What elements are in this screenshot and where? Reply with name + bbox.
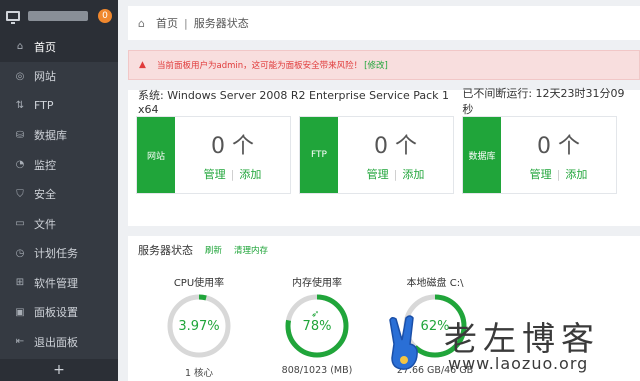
server-icon xyxy=(6,11,20,24)
security-alert: ▲ 当前面板用户为admin，这可能为面板安全带来风险！ [修改] xyxy=(128,50,640,80)
add-button[interactable]: + xyxy=(0,359,118,381)
summary-tile: 数据库 0 个管理 | 添加 xyxy=(462,116,617,194)
sidebar-item-label: 数据库 xyxy=(34,129,67,143)
sidebar-item-label: 监控 xyxy=(34,158,56,172)
sidebar-item-7[interactable]: ◷ 计划任务 xyxy=(0,239,118,269)
sidebar-item-label: 文件 xyxy=(34,217,56,231)
system-overview: 系统: Windows Server 2008 R2 Enterprise Se… xyxy=(128,87,640,226)
sidebar-item-label: 安全 xyxy=(34,188,56,202)
link-separator: | xyxy=(230,168,235,181)
grid-icon: ⊞ xyxy=(15,277,25,289)
sidebar-item-6[interactable]: ▭ 文件 xyxy=(0,209,118,239)
tile-count: 0 个 xyxy=(374,134,417,159)
tile-body: 0 个管理 | 添加 xyxy=(501,117,616,193)
sidebar-item-label: 退出面板 xyxy=(34,335,78,349)
add-link[interactable]: 添加 xyxy=(565,168,587,181)
notification-badge[interactable]: 0 xyxy=(98,9,112,23)
warning-icon: ▲ xyxy=(139,60,146,70)
sidebar-item-10[interactable]: ⇤ 退出面板 xyxy=(0,327,118,357)
sidebar-item-label: 首页 xyxy=(34,40,56,54)
uptime-info: 已不间断运行: 12天23时31分09秒 xyxy=(462,87,625,116)
breadcrumb-separator: | xyxy=(184,16,188,30)
sidebar-item-2[interactable]: ⇅ FTP xyxy=(0,91,118,121)
watermark: 老左博客 www.laozuo.org xyxy=(386,306,640,381)
gauge-label: CPU使用率 xyxy=(173,278,225,289)
tile-links: 管理 | 添加 xyxy=(530,166,588,182)
status-header: 服务器状态 刷新 清理内存 xyxy=(128,236,640,264)
tile-count: 0 个 xyxy=(211,134,254,159)
system-info-row: 系统: Windows Server 2008 R2 Enterprise Se… xyxy=(138,87,630,116)
sidebar-item-3[interactable]: ⛁ 数据库 xyxy=(0,121,118,151)
sidebar-item-label: 软件管理 xyxy=(34,276,78,290)
link-separator: | xyxy=(393,168,398,181)
usage-gauge: 内存使用率 ➶ 78% 808/1023 (MB) xyxy=(258,274,376,379)
tile-title: FTP xyxy=(300,117,338,193)
gauge-value: 78% xyxy=(302,318,332,334)
sidebar-item-5[interactable]: ⛉ 安全 xyxy=(0,180,118,210)
add-link[interactable]: 添加 xyxy=(239,168,261,181)
settings-icon: ▣ xyxy=(15,306,25,318)
globe-icon: ◎ xyxy=(15,70,25,82)
sidebar-item-8[interactable]: ⊞ 软件管理 xyxy=(0,268,118,298)
alert-fix-link[interactable]: [修改] xyxy=(364,59,388,71)
gauge-ring[interactable]: 3.97% xyxy=(166,293,232,359)
summary-tile: FTP 0 个管理 | 添加 xyxy=(299,116,454,194)
server-name-masked xyxy=(28,11,88,21)
gauge-label: 本地磁盘 C:\ xyxy=(406,278,464,289)
sidebar-item-label: 计划任务 xyxy=(34,247,78,261)
gauge-detail: 808/1023 (MB) xyxy=(281,365,353,376)
sidebar: 0 ⌂ 首页 ◎ 网站 ⇅ FTP ⛁ 数据库 ◔ 监控 ⛉ 安全 ▭ 文件 ◷ 计划任务 ⊞ 软件管理 ▣ 面板设置… xyxy=(0,0,118,381)
status-title: 服务器状态 xyxy=(138,244,193,257)
sidebar-item-label: 网站 xyxy=(34,70,56,84)
clear-memory-link[interactable]: 清理内存 xyxy=(234,244,268,256)
tile-body: 0 个管理 | 添加 xyxy=(175,117,290,193)
sidebar-item-1[interactable]: ◎ 网站 xyxy=(0,62,118,92)
refresh-link[interactable]: 刷新 xyxy=(205,244,222,256)
sidebar-header: 0 xyxy=(0,0,118,32)
sidebar-item-0[interactable]: ⌂ 首页 xyxy=(0,32,118,62)
gauge-value: 3.97% xyxy=(178,318,220,334)
gauge-detail: 1 核心 xyxy=(184,368,214,379)
gauge-ring[interactable]: ➶ 78% xyxy=(284,293,350,359)
database-icon: ⛁ xyxy=(15,129,25,141)
victory-hand-logo xyxy=(389,315,418,370)
summary-tiles: 网站 0 个管理 | 添加 FTP 0 个管理 | 添加 数据库 0 个管理 | 添加 xyxy=(136,116,617,194)
logout-icon: ⇤ xyxy=(15,336,25,348)
breadcrumb: ⌂ 首页 | 服务器状态 xyxy=(128,6,640,40)
sidebar-nav: ⌂ 首页 ◎ 网站 ⇅ FTP ⛁ 数据库 ◔ 监控 ⛉ 安全 ▭ 文件 ◷ 计划任务 ⊞ 软件管理 ▣ 面板设置 ⇤ 退… xyxy=(0,32,118,357)
sidebar-item-4[interactable]: ◔ 监控 xyxy=(0,150,118,180)
clock-icon: ◷ xyxy=(15,247,25,259)
summary-tile: 网站 0 个管理 | 添加 xyxy=(136,116,291,194)
shield-icon: ⛉ xyxy=(16,188,24,200)
home-icon: ⌂ xyxy=(16,41,24,53)
monitor-icon: ◔ xyxy=(15,159,25,171)
alert-text: 当前面板用户为admin，这可能为面板安全带来风险！ xyxy=(157,61,363,71)
breadcrumb-home[interactable]: 首页 xyxy=(156,15,178,31)
tile-title: 数据库 xyxy=(463,117,501,193)
tile-title: 网站 xyxy=(137,117,175,193)
folder-icon: ▭ xyxy=(15,218,25,230)
gauge-label: 内存使用率 xyxy=(292,278,342,289)
watermark-url: www.laozuo.org xyxy=(448,354,589,373)
watermark-brand: 老左博客 xyxy=(444,319,600,358)
sidebar-item-label: FTP xyxy=(34,99,54,113)
ftp-icon: ⇅ xyxy=(15,100,25,112)
manage-link[interactable]: 管理 xyxy=(367,168,389,181)
link-separator: | xyxy=(556,168,561,181)
tile-links: 管理 | 添加 xyxy=(367,166,425,182)
breadcrumb-current: 服务器状态 xyxy=(193,17,249,30)
sidebar-item-label: 面板设置 xyxy=(34,306,78,320)
tile-count: 0 个 xyxy=(537,134,580,159)
home-icon: ⌂ xyxy=(138,16,145,30)
add-link[interactable]: 添加 xyxy=(402,168,424,181)
tile-body: 0 个管理 | 添加 xyxy=(338,117,453,193)
sidebar-item-9[interactable]: ▣ 面板设置 xyxy=(0,298,118,328)
usage-gauge: CPU使用率 3.97% 1 核心 xyxy=(140,274,258,379)
manage-link[interactable]: 管理 xyxy=(530,168,552,181)
tile-links: 管理 | 添加 xyxy=(204,166,262,182)
manage-link[interactable]: 管理 xyxy=(204,168,226,181)
os-info: 系统: Windows Server 2008 R2 Enterprise Se… xyxy=(138,88,450,116)
